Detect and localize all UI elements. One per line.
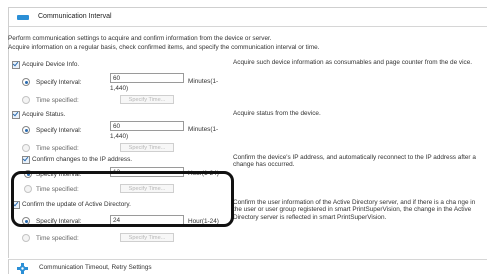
status-time-specified-radio[interactable]: [22, 144, 30, 152]
ad-specify-time-button[interactable]: Specify Time...: [120, 233, 174, 242]
status-specify-interval-label: Specify Interval:: [36, 127, 82, 134]
device-info-interval-input[interactable]: 60: [110, 73, 184, 83]
status-interval-input[interactable]: 60: [110, 121, 184, 131]
device-info-time-specified-radio[interactable]: [22, 96, 30, 104]
acquire-device-info-label: Acquire Device Info.: [22, 61, 80, 68]
status-time-specified-label: Time specified:: [36, 145, 79, 152]
timeout-retry-section-title: Communication Timeout, Retry Settings: [39, 264, 152, 271]
status-unit: Minutes(1-: [188, 126, 219, 133]
intro-line-2: Acquire information on a regular basis, …: [8, 44, 320, 51]
section-title: Communication Interval: [38, 13, 112, 20]
intro-line-1: Perform communication settings to acquir…: [8, 35, 272, 42]
acquire-status-label: Acquire Status.: [22, 111, 66, 118]
device-info-specify-interval-label: Specify Interval:: [36, 79, 82, 86]
timeout-retry-section-header[interactable]: Communication Timeout, Retry Settings: [8, 259, 487, 274]
device-info-time-specified-label: Time specified:: [36, 97, 79, 104]
ip-description: Confirm the device's IP address, and aut…: [233, 154, 476, 169]
device-info-specify-time-button[interactable]: Specify Time...: [120, 95, 174, 104]
acquire-device-info-checkbox[interactable]: [12, 61, 20, 69]
ip-highlight-frame: [11, 171, 234, 227]
status-specify-time-button[interactable]: Specify Time...: [120, 143, 174, 152]
section-header: Communication Interval: [9, 8, 487, 27]
ad-description: Confirm the user information of the Acti…: [233, 199, 476, 221]
gear-icon: [17, 263, 28, 274]
device-info-unit: Minutes(1-: [188, 78, 219, 85]
acquire-status-checkbox[interactable]: [12, 111, 20, 119]
ad-time-specified-label: Time specified:: [36, 235, 79, 242]
device-info-description: Acquire such device information as consu…: [233, 59, 473, 66]
confirm-ip-label: Confirm changes to the IP address.: [32, 156, 133, 163]
device-info-interval-overflow: 1,440): [110, 85, 129, 92]
device-info-specify-interval-radio[interactable]: [22, 78, 30, 86]
confirm-ip-checkbox[interactable]: [22, 156, 30, 164]
section-icon: [17, 15, 29, 20]
ad-time-specified-radio[interactable]: [22, 234, 30, 242]
status-interval-overflow: 1,440): [110, 133, 129, 140]
status-description: Acquire status from the device.: [233, 110, 321, 117]
status-specify-interval-radio[interactable]: [22, 126, 30, 134]
